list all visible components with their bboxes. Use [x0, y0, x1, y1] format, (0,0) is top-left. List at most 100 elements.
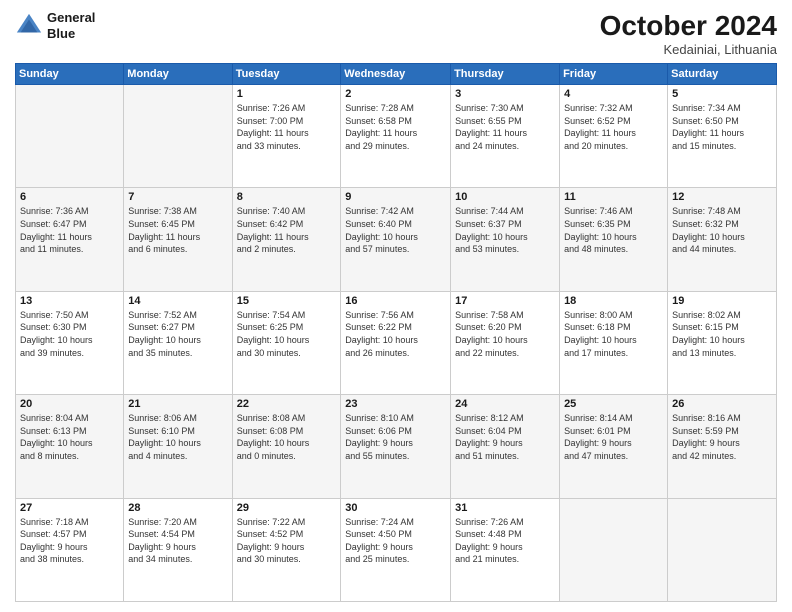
day-info: Sunrise: 7:52 AM Sunset: 6:27 PM Dayligh…	[128, 309, 227, 359]
day-info: Sunrise: 7:22 AM Sunset: 4:52 PM Dayligh…	[237, 516, 337, 566]
calendar-row: 20Sunrise: 8:04 AM Sunset: 6:13 PM Dayli…	[16, 395, 777, 498]
weekday-header: Monday	[124, 64, 232, 85]
calendar-cell: 18 Sunrise: 8:00 AM Sunset: 6:18 PM Dayli…	[560, 291, 668, 394]
day-number: 8	[237, 191, 337, 203]
day-number: 18	[564, 295, 663, 307]
calendar-cell: 28 Sunrise: 7:20 AM Sunset: 4:54 PM Dayli…	[124, 498, 232, 601]
day-info: Sunrise: 8:00 AM Sunset: 6:18 PM Dayligh…	[564, 309, 663, 359]
day-number: 1	[237, 88, 337, 100]
day-info: Sunrise: 7:18 AM Sunset: 4:57 PM Dayligh…	[20, 516, 119, 566]
day-info: Sunrise: 8:12 AM Sunset: 6:04 PM Dayligh…	[455, 412, 555, 462]
weekday-header: Sunday	[16, 64, 124, 85]
calendar-cell: 15 Sunrise: 7:54 AM Sunset: 6:25 PM Dayli…	[232, 291, 341, 394]
weekday-header: Saturday	[668, 64, 777, 85]
calendar-cell: 4 Sunrise: 7:32 AM Sunset: 6:52 PM Daylig…	[560, 85, 668, 188]
day-number: 4	[564, 88, 663, 100]
calendar-cell: 26 Sunrise: 8:16 AM Sunset: 5:59 PM Dayli…	[668, 395, 777, 498]
weekday-header: Wednesday	[341, 64, 451, 85]
day-info: Sunrise: 7:56 AM Sunset: 6:22 PM Dayligh…	[345, 309, 446, 359]
day-info: Sunrise: 7:48 AM Sunset: 6:32 PM Dayligh…	[672, 205, 772, 255]
day-number: 24	[455, 398, 555, 410]
day-info: Sunrise: 8:08 AM Sunset: 6:08 PM Dayligh…	[237, 412, 337, 462]
day-number: 29	[237, 502, 337, 514]
day-info: Sunrise: 8:02 AM Sunset: 6:15 PM Dayligh…	[672, 309, 772, 359]
day-info: Sunrise: 7:30 AM Sunset: 6:55 PM Dayligh…	[455, 102, 555, 152]
day-number: 5	[672, 88, 772, 100]
calendar-cell: 25Sunrise: 8:14 AM Sunset: 6:01 PM Dayli…	[560, 395, 668, 498]
calendar-cell: 24 Sunrise: 8:12 AM Sunset: 6:04 PM Dayli…	[451, 395, 560, 498]
calendar-cell: 9Sunrise: 7:42 AM Sunset: 6:40 PM Daylig…	[341, 188, 451, 291]
calendar-cell: 13Sunrise: 7:50 AM Sunset: 6:30 PM Dayli…	[16, 291, 124, 394]
calendar-row: 27 Sunrise: 7:18 AM Sunset: 4:57 PM Dayli…	[16, 498, 777, 601]
calendar-cell: 6 Sunrise: 7:36 AM Sunset: 6:47 PM Daylig…	[16, 188, 124, 291]
day-info: Sunrise: 7:20 AM Sunset: 4:54 PM Dayligh…	[128, 516, 227, 566]
calendar-cell: 10 Sunrise: 7:44 AM Sunset: 6:37 PM Dayli…	[451, 188, 560, 291]
calendar-cell: 7 Sunrise: 7:38 AM Sunset: 6:45 PM Daylig…	[124, 188, 232, 291]
weekday-header: Tuesday	[232, 64, 341, 85]
calendar-cell: 3 Sunrise: 7:30 AM Sunset: 6:55 PM Daylig…	[451, 85, 560, 188]
day-number: 20	[20, 398, 119, 410]
calendar-cell: 31 Sunrise: 7:26 AM Sunset: 4:48 PM Dayli…	[451, 498, 560, 601]
logo-line2: Blue	[47, 26, 95, 42]
day-number: 2	[345, 88, 446, 100]
calendar-cell: 11Sunrise: 7:46 AM Sunset: 6:35 PM Dayli…	[560, 188, 668, 291]
day-info: Sunrise: 7:26 AM Sunset: 4:48 PM Dayligh…	[455, 516, 555, 566]
day-info: Sunrise: 7:50 AM Sunset: 6:30 PM Dayligh…	[20, 309, 119, 359]
logo: General Blue	[15, 10, 95, 41]
calendar-cell: 20Sunrise: 8:04 AM Sunset: 6:13 PM Dayli…	[16, 395, 124, 498]
calendar-cell: 27 Sunrise: 7:18 AM Sunset: 4:57 PM Dayli…	[16, 498, 124, 601]
day-number: 26	[672, 398, 772, 410]
day-info: Sunrise: 7:44 AM Sunset: 6:37 PM Dayligh…	[455, 205, 555, 255]
day-number: 30	[345, 502, 446, 514]
day-number: 7	[128, 191, 227, 203]
day-number: 3	[455, 88, 555, 100]
day-info: Sunrise: 7:38 AM Sunset: 6:45 PM Dayligh…	[128, 205, 227, 255]
month-title: October 2024	[600, 10, 777, 42]
day-info: Sunrise: 8:10 AM Sunset: 6:06 PM Dayligh…	[345, 412, 446, 462]
calendar-cell: 1 Sunrise: 7:26 AM Sunset: 7:00 PM Daylig…	[232, 85, 341, 188]
day-number: 14	[128, 295, 227, 307]
day-info: Sunrise: 7:46 AM Sunset: 6:35 PM Dayligh…	[564, 205, 663, 255]
calendar-row: 13Sunrise: 7:50 AM Sunset: 6:30 PM Dayli…	[16, 291, 777, 394]
day-number: 22	[237, 398, 337, 410]
calendar-cell	[560, 498, 668, 601]
calendar-cell: 14 Sunrise: 7:52 AM Sunset: 6:27 PM Dayli…	[124, 291, 232, 394]
day-number: 15	[237, 295, 337, 307]
day-number: 28	[128, 502, 227, 514]
calendar-cell: 30Sunrise: 7:24 AM Sunset: 4:50 PM Dayli…	[341, 498, 451, 601]
weekday-header: Friday	[560, 64, 668, 85]
day-number: 27	[20, 502, 119, 514]
calendar-cell: 23Sunrise: 8:10 AM Sunset: 6:06 PM Dayli…	[341, 395, 451, 498]
calendar-cell: 22 Sunrise: 8:08 AM Sunset: 6:08 PM Dayli…	[232, 395, 341, 498]
logo-icon	[15, 12, 43, 40]
day-info: Sunrise: 7:58 AM Sunset: 6:20 PM Dayligh…	[455, 309, 555, 359]
day-info: Sunrise: 7:54 AM Sunset: 6:25 PM Dayligh…	[237, 309, 337, 359]
day-number: 6	[20, 191, 119, 203]
page: General Blue October 2024 Kedainiai, Lit…	[0, 0, 792, 612]
calendar-cell: 29 Sunrise: 7:22 AM Sunset: 4:52 PM Dayli…	[232, 498, 341, 601]
calendar-cell: 21 Sunrise: 8:06 AM Sunset: 6:10 PM Dayli…	[124, 395, 232, 498]
day-info: Sunrise: 7:36 AM Sunset: 6:47 PM Dayligh…	[20, 205, 119, 255]
day-info: Sunrise: 8:16 AM Sunset: 5:59 PM Dayligh…	[672, 412, 772, 462]
day-info: Sunrise: 7:32 AM Sunset: 6:52 PM Dayligh…	[564, 102, 663, 152]
day-number: 21	[128, 398, 227, 410]
weekday-header: Thursday	[451, 64, 560, 85]
day-info: Sunrise: 7:26 AM Sunset: 7:00 PM Dayligh…	[237, 102, 337, 152]
day-info: Sunrise: 7:28 AM Sunset: 6:58 PM Dayligh…	[345, 102, 446, 152]
calendar-cell: 8 Sunrise: 7:40 AM Sunset: 6:42 PM Daylig…	[232, 188, 341, 291]
location-subtitle: Kedainiai, Lithuania	[600, 42, 777, 57]
calendar-cell: 17Sunrise: 7:58 AM Sunset: 6:20 PM Dayli…	[451, 291, 560, 394]
day-number: 16	[345, 295, 446, 307]
day-info: Sunrise: 8:06 AM Sunset: 6:10 PM Dayligh…	[128, 412, 227, 462]
calendar-cell: 2 Sunrise: 7:28 AM Sunset: 6:58 PM Daylig…	[341, 85, 451, 188]
day-info: Sunrise: 7:34 AM Sunset: 6:50 PM Dayligh…	[672, 102, 772, 152]
calendar-cell	[668, 498, 777, 601]
day-info: Sunrise: 7:40 AM Sunset: 6:42 PM Dayligh…	[237, 205, 337, 255]
day-number: 10	[455, 191, 555, 203]
day-number: 31	[455, 502, 555, 514]
logo-line1: General	[47, 10, 95, 26]
calendar-cell: 12Sunrise: 7:48 AM Sunset: 6:32 PM Dayli…	[668, 188, 777, 291]
calendar-row: 1 Sunrise: 7:26 AM Sunset: 7:00 PM Daylig…	[16, 85, 777, 188]
day-number: 19	[672, 295, 772, 307]
day-info: Sunrise: 7:42 AM Sunset: 6:40 PM Dayligh…	[345, 205, 446, 255]
